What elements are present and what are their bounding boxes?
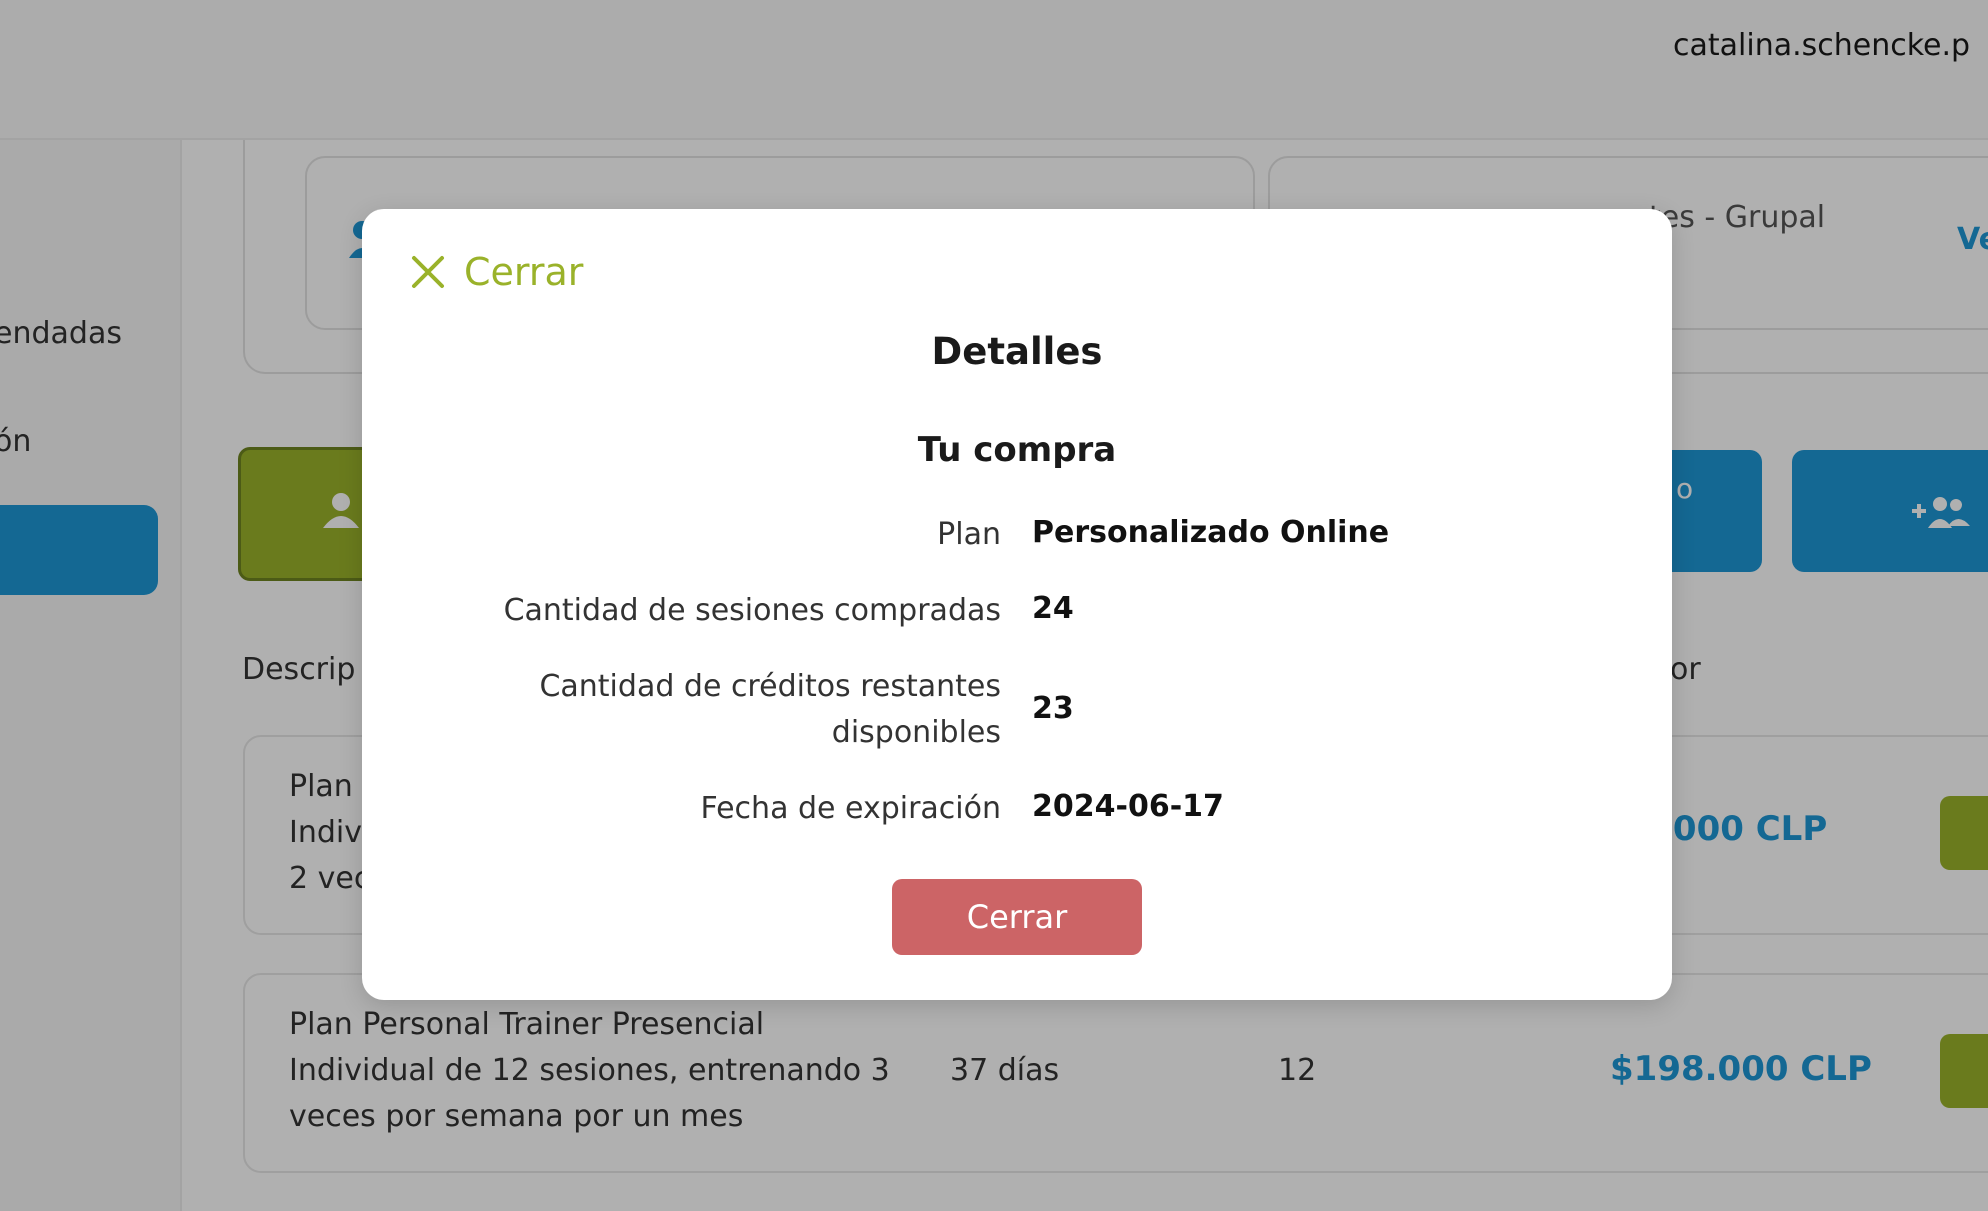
modal-close-link[interactable]: Cerrar: [410, 250, 583, 294]
modal-close-button[interactable]: Cerrar: [892, 879, 1142, 955]
field-value-sessions: 24: [1032, 591, 1074, 626]
field-value-plan: Personalizado Online: [1032, 515, 1390, 550]
field-label-expiration: Fecha de expiración: [700, 791, 1001, 826]
field-label-plan: Plan: [937, 517, 1001, 552]
field-value-credits: 23: [1032, 691, 1074, 726]
field-label-sessions: Cantidad de sesiones compradas: [503, 593, 1001, 628]
modal-subtitle: Tu compra: [917, 430, 1117, 470]
field-value-expiration: 2024-06-17: [1032, 789, 1224, 824]
close-icon: [412, 256, 444, 288]
field-label-credits: Cantidad de créditos restantes disponibl…: [539, 669, 1001, 750]
modal-title: Detalles: [931, 330, 1103, 373]
modal-close-link-label: Cerrar: [464, 250, 584, 294]
